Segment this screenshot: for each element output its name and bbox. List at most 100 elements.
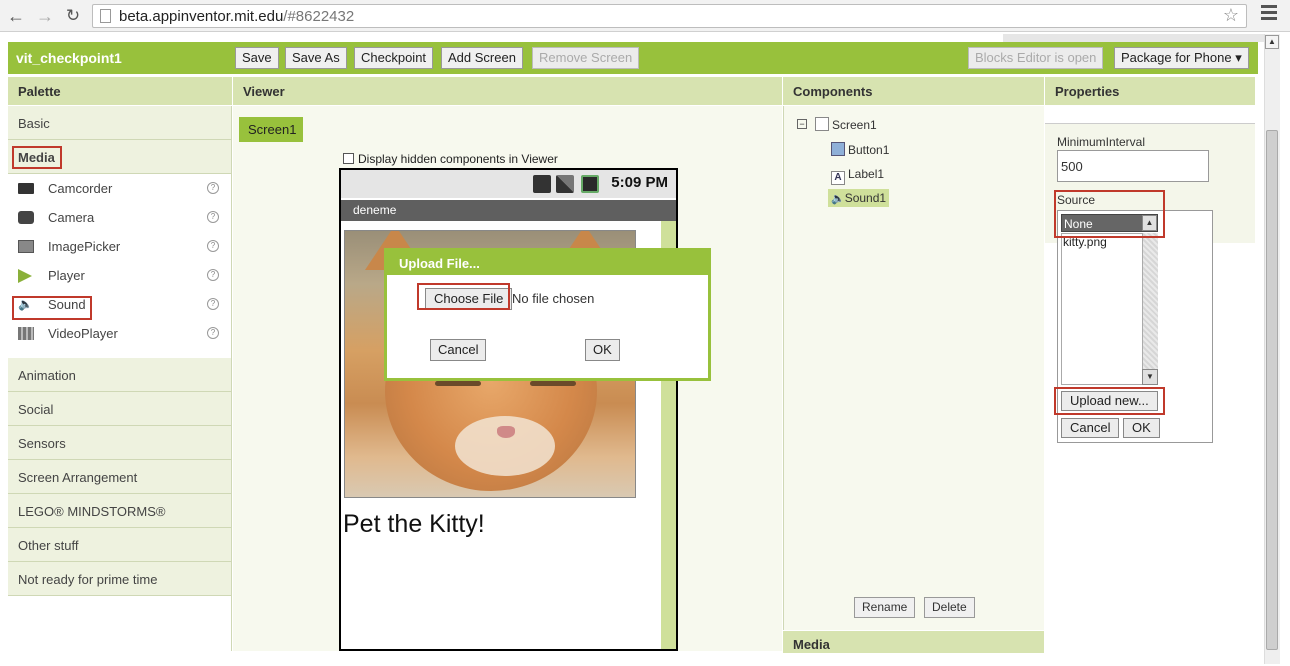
palette-item-camera[interactable]: Camera ?	[8, 203, 231, 232]
pet-kitty-label: Pet the Kitty!	[343, 510, 485, 538]
remove-screen-button[interactable]: Remove Screen	[532, 47, 640, 69]
source-cancel-button[interactable]: Cancel	[1061, 418, 1120, 438]
palette-category-other[interactable]: Other stuff	[8, 528, 231, 562]
checkpoint-button[interactable]: Checkpoint	[354, 47, 434, 69]
network-icon	[533, 175, 551, 193]
forward-arrow-icon[interactable]: →	[34, 5, 56, 27]
screen1-tab[interactable]: Screen1	[239, 117, 303, 142]
tree-item-screen1[interactable]: Screen1	[815, 117, 877, 132]
scroll-up-icon[interactable]: ▲	[1265, 35, 1279, 49]
kitty-muzzle	[455, 416, 555, 476]
tree-label: Label1	[848, 167, 885, 181]
kitty-eye-right	[530, 381, 576, 386]
media-footer: Media	[783, 631, 1044, 653]
highlight-source	[1054, 190, 1165, 238]
help-icon[interactable]: ?	[207, 327, 219, 339]
palette-panel: Basic Media Camcorder ? Camera ? ImagePi…	[8, 106, 232, 651]
tree-label: Screen1	[832, 118, 877, 132]
highlight-media	[12, 146, 62, 169]
palette-item-label: Player	[48, 268, 85, 283]
tree-item-sound1[interactable]: 🔈Sound1	[828, 189, 890, 207]
sound-icon: 🔈	[831, 193, 845, 205]
tree-item-label1[interactable]: A Label1	[831, 167, 884, 185]
save-button[interactable]: Save	[235, 47, 279, 69]
kitty-eye-left	[435, 381, 481, 386]
palette-header: Palette	[8, 77, 232, 105]
palette-item-player[interactable]: Player ?	[8, 261, 231, 290]
phone-status-bar: 5:09 PM	[341, 170, 676, 198]
scrollbar-thumb[interactable]	[1266, 130, 1278, 650]
palette-item-videoplayer[interactable]: VideoPlayer ?	[8, 319, 231, 348]
help-icon[interactable]: ?	[207, 269, 219, 281]
signal-icon	[556, 175, 574, 193]
camera-icon	[18, 211, 34, 224]
package-for-phone-button[interactable]: Package for Phone ▾	[1114, 47, 1249, 69]
display-hidden-row[interactable]: Display hidden components in Viewer	[343, 152, 558, 166]
project-toolbar: vit_checkpoint1 Save Save As Checkpoint …	[8, 42, 1258, 74]
palette-category-screen-arrangement[interactable]: Screen Arrangement	[8, 460, 231, 494]
tree-item-button1[interactable]: Button1	[831, 142, 889, 157]
properties-header: Properties	[1045, 77, 1255, 105]
top-strip	[1003, 34, 1264, 42]
palette-item-imagepicker[interactable]: ImagePicker ?	[8, 232, 231, 261]
dialog-ok-button[interactable]: OK	[585, 339, 620, 361]
delete-button[interactable]: Delete	[924, 597, 975, 618]
url-host: beta.appinventor.mit.edu	[119, 8, 284, 25]
back-arrow-icon[interactable]: ←	[5, 5, 27, 27]
palette-item-label: ImagePicker	[48, 239, 121, 254]
help-icon[interactable]: ?	[207, 182, 219, 194]
palette-item-camcorder[interactable]: Camcorder ?	[8, 174, 231, 203]
url-text: beta.appinventor.mit.edu/#8622432	[119, 8, 354, 25]
help-icon[interactable]: ?	[207, 298, 219, 310]
highlight-choose-file	[417, 283, 510, 310]
scroll-down-arrow-icon[interactable]: ▼	[1142, 369, 1158, 385]
dialog-title: Upload File...	[387, 251, 708, 275]
screen-icon	[815, 117, 829, 131]
source-list-scrollbar[interactable]	[1142, 233, 1158, 385]
display-hidden-checkbox[interactable]	[343, 153, 354, 164]
button-icon	[831, 142, 845, 156]
project-title: vit_checkpoint1	[16, 50, 122, 66]
add-screen-button[interactable]: Add Screen	[441, 47, 523, 69]
app-title-bar: deneme	[341, 200, 676, 221]
highlight-upload-new	[1054, 387, 1165, 415]
palette-category-lego[interactable]: LEGO® MINDSTORMS®	[8, 494, 231, 528]
browser-menu-icon[interactable]	[1261, 5, 1277, 21]
palette-category-animation[interactable]: Animation	[8, 358, 231, 392]
kitty-nose	[497, 426, 515, 438]
help-icon[interactable]: ?	[207, 211, 219, 223]
blocks-editor-button[interactable]: Blocks Editor is open	[968, 47, 1104, 69]
palette-category-basic[interactable]: Basic	[8, 106, 231, 140]
address-bar[interactable]: beta.appinventor.mit.edu/#8622432 ☆	[92, 4, 1247, 28]
no-file-chosen-text: No file chosen	[512, 291, 595, 306]
reload-icon[interactable]: ↻	[62, 5, 84, 27]
save-as-button[interactable]: Save As	[285, 47, 347, 69]
viewer-header: Viewer	[233, 77, 782, 105]
upload-file-dialog: Upload File... Choose File No file chose…	[384, 248, 711, 381]
source-ok-button[interactable]: OK	[1123, 418, 1160, 438]
components-header: Components	[783, 77, 1044, 105]
palette-category-not-ready[interactable]: Not ready for prime time	[8, 562, 231, 596]
palette-category-social[interactable]: Social	[8, 392, 231, 426]
help-icon[interactable]: ?	[207, 240, 219, 252]
min-interval-input[interactable]: 500	[1057, 150, 1209, 182]
phone-preview: 5:09 PM deneme Pet the Kitty!	[339, 168, 678, 651]
url-path: /#8622432	[283, 8, 355, 25]
camcorder-icon	[18, 183, 34, 194]
display-hidden-label: Display hidden components in Viewer	[358, 152, 558, 166]
rename-button[interactable]: Rename	[854, 597, 916, 618]
video-player-icon	[18, 327, 34, 340]
highlight-sound	[12, 296, 92, 320]
player-icon	[18, 269, 32, 283]
collapse-icon[interactable]: −	[797, 119, 807, 129]
palette-item-label: Camcorder	[48, 181, 113, 196]
tree-label: Sound1	[844, 191, 887, 205]
components-panel	[783, 106, 1044, 630]
browser-toolbar: ← → ↻ beta.appinventor.mit.edu/#8622432 …	[0, 0, 1290, 32]
palette-category-sensors[interactable]: Sensors	[8, 426, 231, 460]
dialog-cancel-button[interactable]: Cancel	[430, 339, 487, 361]
bookmark-star-icon[interactable]: ☆	[1223, 5, 1239, 26]
page-icon	[100, 9, 111, 23]
palette-item-label: VideoPlayer	[48, 326, 118, 341]
palette-item-label: Camera	[48, 210, 95, 225]
